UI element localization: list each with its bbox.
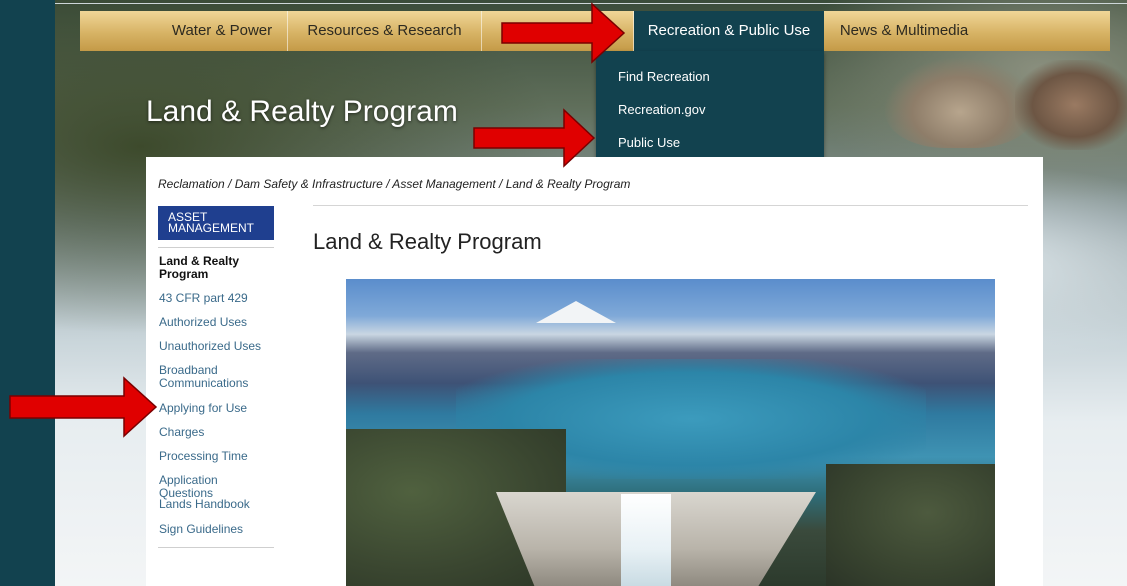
breadcrumb: Reclamation / Dam Safety & Infrastructur… — [158, 177, 631, 191]
annotation-arrow-icon — [473, 108, 596, 168]
sidebar-item-applying-for-use[interactable]: Applying for Use — [159, 402, 274, 415]
sidebar-item-charges[interactable]: Charges — [159, 426, 274, 439]
sidebar-item-sign-guidelines[interactable]: Sign Guidelines — [159, 523, 274, 536]
hero-rocks — [885, 58, 1035, 148]
page-title: Land & Realty Program — [313, 229, 542, 254]
sidebar-divider — [158, 547, 274, 548]
sidebar-item-authorized-uses[interactable]: Authorized Uses — [159, 316, 274, 329]
recreation-dropdown-menu: Find Recreation Recreation.gov Public Us… — [596, 51, 824, 167]
sidebar-item-lands-handbook[interactable]: Lands Handbook — [159, 498, 274, 511]
sidebar-item-processing-time[interactable]: Processing Time — [159, 450, 274, 463]
sidebar-item-43-cfr-part-429[interactable]: 43 CFR part 429 — [159, 292, 274, 305]
photo-hill — [826, 464, 995, 586]
lake-dam-photo — [346, 279, 995, 586]
sidebar-heading[interactable]: ASSET MANAGEMENT — [158, 206, 274, 240]
hero-rocks — [1015, 60, 1127, 150]
menu-item-find-recreation[interactable]: Find Recreation — [618, 69, 710, 84]
nav-recreation-public-use[interactable]: Recreation & Public Use — [634, 11, 824, 51]
photo-spillway — [621, 494, 671, 586]
sidebar-item-unauthorized-uses[interactable]: Unauthorized Uses — [159, 340, 274, 353]
nav-news-multimedia[interactable]: News & Multimedia — [824, 11, 984, 51]
content-divider — [313, 205, 1028, 206]
nav-water-power[interactable]: Water & Power — [158, 11, 286, 51]
nav-resources-research[interactable]: Resources & Research — [288, 11, 481, 51]
sidebar-divider — [158, 247, 274, 248]
annotation-arrow-icon — [501, 2, 626, 64]
photo-mountain — [536, 301, 616, 323]
sidebar-item-land-realty-program[interactable]: Land & Realty Program — [159, 255, 274, 281]
hero-title: Land & Realty Program — [146, 95, 458, 128]
menu-item-public-use[interactable]: Public Use — [618, 135, 680, 150]
menu-item-recreation-gov[interactable]: Recreation.gov — [618, 102, 705, 117]
sidebar-item-broadband-communications[interactable]: Broadband Communications — [159, 364, 274, 390]
content-panel: Reclamation / Dam Safety & Infrastructur… — [146, 157, 1043, 586]
annotation-arrow-icon — [9, 376, 158, 438]
